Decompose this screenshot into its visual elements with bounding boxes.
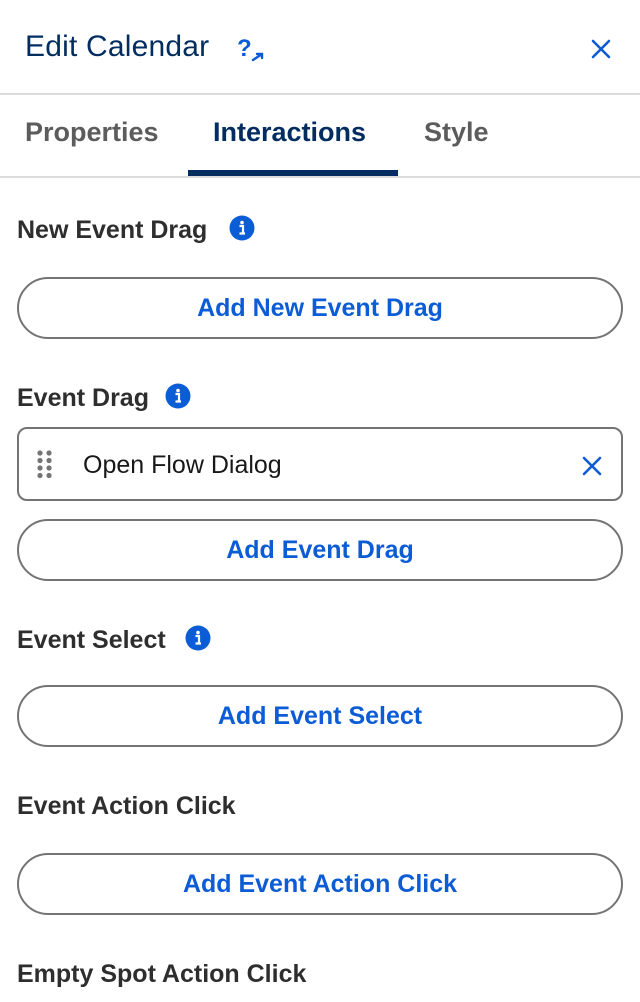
event-select-label: Event Select — [17, 626, 166, 654]
drag-handle-icon[interactable] — [35, 449, 55, 479]
event-drag-item[interactable]: Open Flow Dialog — [17, 427, 623, 501]
remove-icon[interactable] — [581, 455, 603, 477]
add-event-drag-button[interactable]: Add Event Drag — [17, 519, 623, 581]
event-drag-item-label: Open Flow Dialog — [83, 451, 282, 479]
empty-spot-action-click-label: Empty Spot Action Click — [17, 960, 307, 988]
info-icon[interactable] — [229, 215, 255, 241]
panel-title: Edit Calendar — [25, 30, 210, 63]
event-drag-label: Event Drag — [17, 384, 149, 412]
add-event-select-button[interactable]: Add Event Select — [17, 685, 623, 747]
info-icon[interactable] — [185, 625, 211, 651]
event-action-click-label: Event Action Click — [17, 792, 236, 820]
tab-properties[interactable]: Properties — [25, 117, 159, 148]
tab-style[interactable]: Style — [424, 117, 489, 148]
add-event-action-click-button[interactable]: Add Event Action Click — [17, 853, 623, 915]
info-icon[interactable] — [165, 383, 191, 409]
active-tab-indicator — [188, 170, 398, 176]
new-event-drag-label: New Event Drag — [17, 216, 208, 244]
tab-bar: Properties Interactions Style — [0, 95, 640, 178]
add-new-event-drag-button[interactable]: Add New Event Drag — [17, 277, 623, 339]
tab-interactions[interactable]: Interactions — [213, 117, 366, 148]
help-link-icon[interactable]: ? — [236, 34, 266, 64]
panel-header: Edit Calendar ? — [0, 0, 640, 95]
svg-text:?: ? — [237, 35, 252, 62]
close-icon[interactable] — [590, 38, 612, 60]
